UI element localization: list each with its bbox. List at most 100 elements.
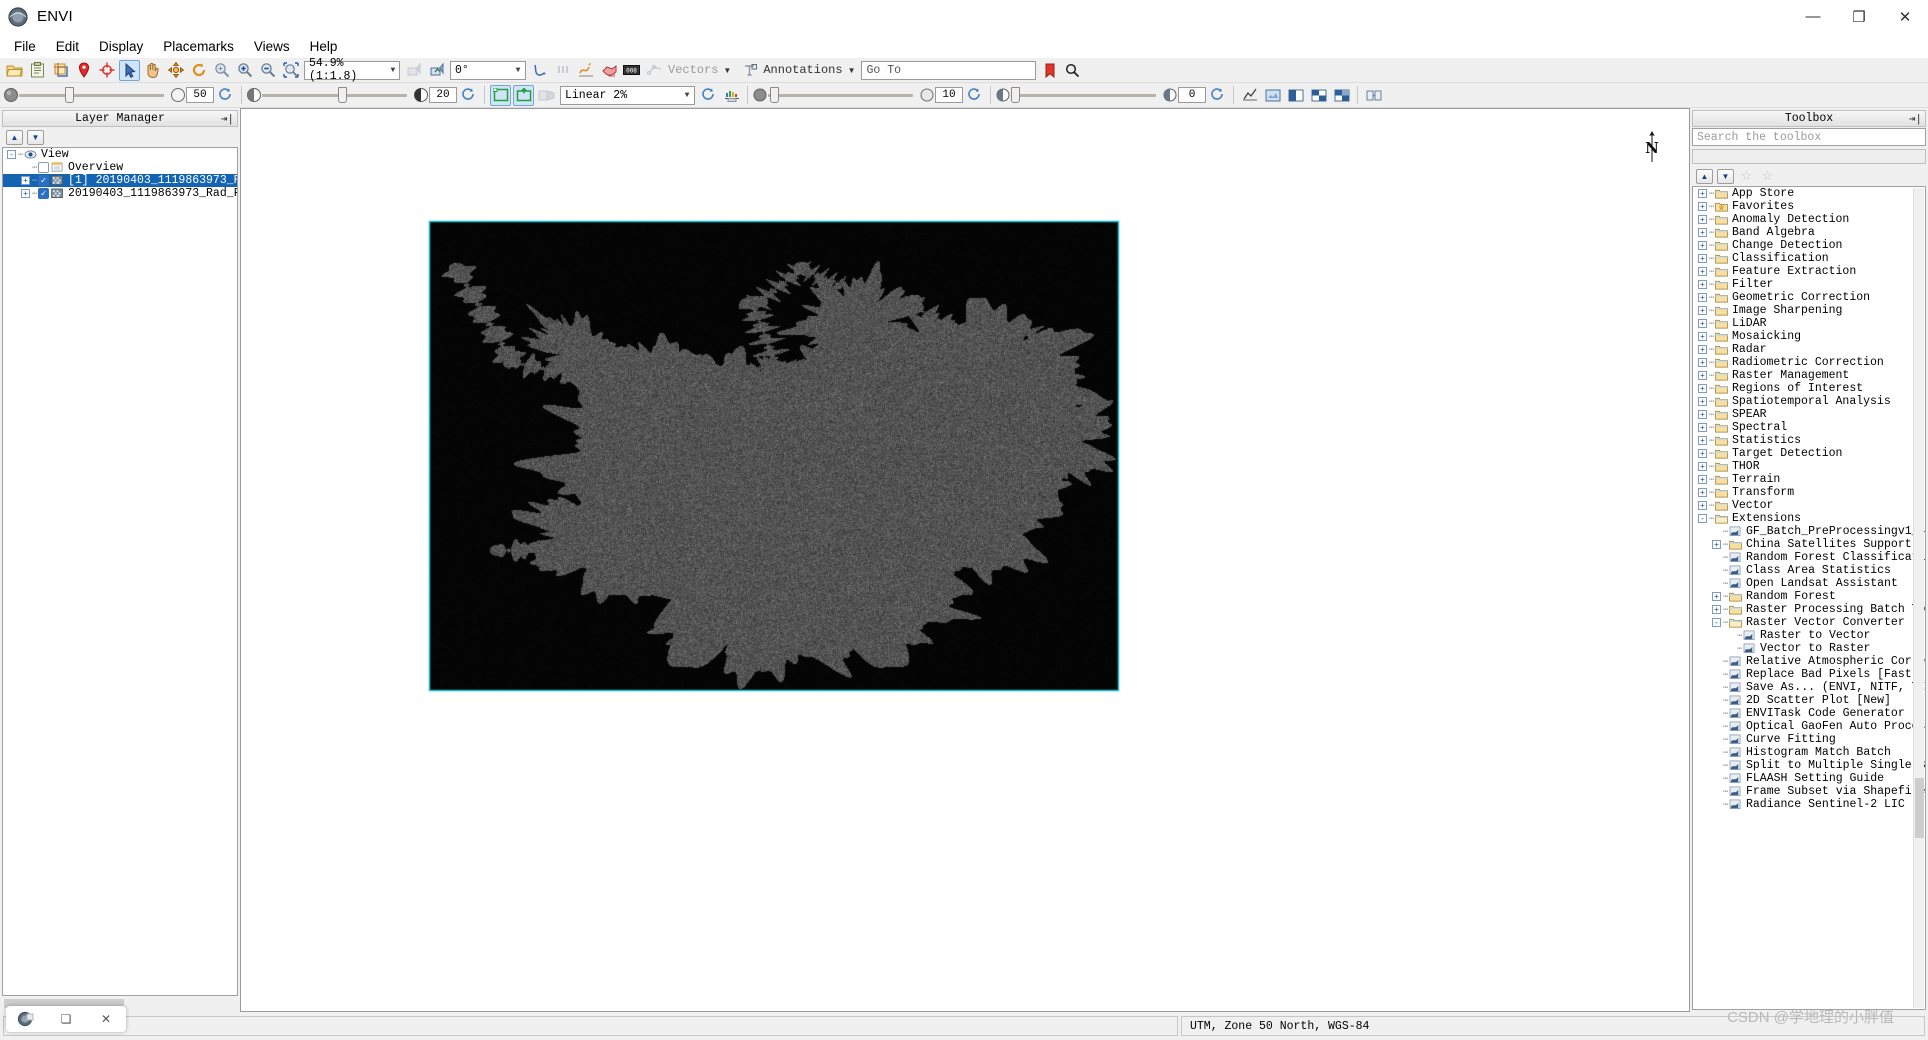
layer-tree[interactable]: - ⋯ View ⋯ Overview + ⋯ ✓ [1] 20190403_111986397… [2, 147, 238, 996]
annotations-icon[interactable] [739, 60, 760, 81]
toolbox-tree-row[interactable]: + ⋯ App Store [1693, 187, 1925, 200]
sharpen-value[interactable]: 10 [935, 87, 963, 103]
stretch-combo[interactable]: Linear 2% ▼ [560, 85, 695, 105]
expand-icon[interactable]: + [1698, 488, 1707, 497]
toolbox-tree-row[interactable]: + ⋯ Statistics [1693, 434, 1925, 447]
toolbox-tree-row[interactable]: - ⋯ Extensions [1693, 512, 1925, 525]
rotation-combo[interactable]: 0° ▼ [450, 60, 526, 80]
toolbox-tree-row[interactable]: ⋯ Radiance Sentinel-2 LIC [1693, 798, 1925, 811]
portal-overlay-icon[interactable] [513, 84, 534, 106]
portal-icon[interactable] [490, 84, 511, 106]
expand-icon[interactable]: + [1698, 371, 1707, 380]
expand-icon[interactable]: + [1698, 436, 1707, 445]
menu-views[interactable]: Views [244, 37, 300, 56]
raster-canvas[interactable] [241, 109, 1603, 954]
pin-panel-icon[interactable]: ⇥| [221, 112, 234, 126]
layer-tree-row[interactable]: - ⋯ View [3, 148, 237, 161]
toolbox-tree-row[interactable]: + ⋯ Feature Extraction [1693, 265, 1925, 278]
toolbox-tree-row[interactable]: + ⋯ Random Forest [1693, 590, 1925, 603]
toolbox-vscrollbar[interactable] [1913, 188, 1924, 1008]
collapse-icon[interactable]: - [7, 150, 16, 159]
toolbox-tree-row[interactable]: ⋯ Relative Atmospheric Correct [1693, 655, 1925, 668]
crop-subset-icon[interactable] [50, 60, 71, 81]
layer-tree-row[interactable]: ⋯ Overview [3, 161, 237, 174]
go-to-input[interactable]: Go To [861, 60, 1037, 80]
toolbox-tree-row[interactable]: + ⋯ Anomaly Detection [1693, 213, 1925, 226]
expand-icon[interactable]: + [1698, 306, 1707, 315]
vectors-menu-label[interactable]: Vectors [666, 63, 720, 77]
expand-icon[interactable]: + [1698, 189, 1707, 198]
toolbox-tree-row[interactable]: + ⋯ Mosaicking [1693, 330, 1925, 343]
restore-icon[interactable]: ❏ [46, 1006, 86, 1032]
expand-icon[interactable]: + [1698, 410, 1707, 419]
toolbox-tree[interactable]: + ⋯ App Store + ⋯ Favorites + ⋯ Anomaly Detectio… [1692, 186, 1926, 1010]
layer-visibility-checkbox[interactable]: ✓ [38, 175, 49, 186]
toolbox-tree-row[interactable]: + ⋯ Classification [1693, 252, 1925, 265]
transparency-value[interactable]: 50 [186, 87, 214, 103]
close-icon[interactable]: ✕ [86, 1006, 126, 1032]
toolbox-search-input[interactable]: Search the toolbox [1692, 128, 1926, 146]
toolbox-tree-row[interactable]: + ⋯ Raster Processing Batch Tool [1693, 603, 1925, 616]
zoom-in-icon[interactable] [234, 60, 255, 81]
close-button[interactable]: ✕ [1882, 0, 1928, 34]
annotations-menu-label[interactable]: Annotations [761, 63, 844, 77]
toolbox-tree-row[interactable]: + ⋯ Radar [1693, 343, 1925, 356]
expand-icon[interactable]: + [1698, 397, 1707, 406]
layer-visibility-checkbox[interactable]: ✓ [38, 188, 49, 199]
toolbox-tree-row[interactable]: + ⋯ Radiometric Correction [1693, 356, 1925, 369]
menu-edit[interactable]: Edit [46, 37, 89, 56]
vectors-chevron-down-icon[interactable]: ▼ [723, 66, 731, 75]
expand-icon[interactable]: + [1698, 241, 1707, 250]
expand-icon[interactable]: + [1698, 267, 1707, 276]
expand-icon[interactable]: + [21, 176, 30, 185]
toolbox-tree-row[interactable]: + ⋯ THOR [1693, 460, 1925, 473]
toolbox-tree-row[interactable]: + ⋯ LiDAR [1693, 317, 1925, 330]
toolbox-tree-row[interactable]: + ⋯ Geometric Correction [1693, 291, 1925, 304]
toolbox-tree-row[interactable]: + ⋯ Image Sharpening [1693, 304, 1925, 317]
toolbox-tree-row[interactable]: + ⋯ Regions of Interest [1693, 382, 1925, 395]
pin-panel-icon[interactable]: ⇥| [1909, 112, 1922, 126]
contrast-slider[interactable] [1011, 86, 1156, 103]
toolbox-tree-row[interactable]: ⋯ Optical GaoFen Auto Process [1693, 720, 1925, 733]
chart-icon[interactable] [1239, 85, 1260, 106]
collapse-icon[interactable]: - [1712, 618, 1721, 627]
fly-navigate-icon[interactable] [165, 60, 186, 81]
search-icon[interactable] [1062, 60, 1083, 81]
toolbox-tree-row[interactable]: ⋯ Split to Multiple Single-Ban [1693, 759, 1925, 772]
toolbox-tree-row[interactable]: ⋯ GF_Batch_PreProcessingv1_4 [1693, 525, 1925, 538]
zoom-to-selection-icon[interactable] [280, 60, 301, 81]
expand-icon[interactable]: + [1698, 423, 1707, 432]
maximize-button[interactable]: ❐ [1836, 0, 1882, 34]
expand-icon[interactable]: + [1698, 228, 1707, 237]
rotate-icon[interactable] [188, 60, 209, 81]
annotations-chevron-down-icon[interactable]: ▼ [848, 66, 856, 75]
toolbox-tree-row[interactable]: ⋯ ENVITask Code Generator [1693, 707, 1925, 720]
layer-tree-row[interactable]: + ⋯ ✓ [1] 20190403_1119863973_R [3, 174, 237, 187]
toolbox-tree-row[interactable]: + ⋯ Raster Management [1693, 369, 1925, 382]
menu-display[interactable]: Display [89, 37, 153, 56]
expand-icon[interactable]: + [1698, 319, 1707, 328]
expand-icon[interactable]: + [1698, 280, 1707, 289]
toolbox-tree-row[interactable]: ⋯ Curve Fitting [1693, 733, 1925, 746]
expand-icon[interactable]: + [1698, 215, 1707, 224]
toolbox-tree-row[interactable]: + ⋯ Favorites [1693, 200, 1925, 213]
zoom-level-combo[interactable]: 54.9% (1:1.8) ▼ [304, 57, 400, 83]
expand-icon[interactable]: + [1698, 254, 1707, 263]
toolbox-tree-row[interactable]: + ⋯ Vector [1693, 499, 1925, 512]
toolbox-tree-row[interactable]: ⋯ Save As... (ENVI, NITF, TIFF [1693, 681, 1925, 694]
toolbox-tree-row[interactable]: ⋯ Class Area Statistics [1693, 564, 1925, 577]
minimize-button[interactable]: — [1790, 0, 1836, 34]
bookmark-icon[interactable] [1039, 60, 1060, 81]
expand-icon[interactable]: + [1698, 449, 1707, 458]
envi-tray-icon[interactable] [6, 1006, 46, 1032]
expand-icon[interactable]: + [1698, 475, 1707, 484]
placemark-pin-icon[interactable] [73, 60, 94, 81]
brightness-value[interactable]: 20 [429, 87, 457, 103]
toolbox-tree-row[interactable]: ⋯ 2D Scatter Plot [New] [1693, 694, 1925, 707]
move-up-icon[interactable]: ▲ [1696, 168, 1713, 184]
contrast-reset-icon[interactable] [1207, 85, 1228, 106]
brightness-slider[interactable] [262, 86, 407, 103]
menu-file[interactable]: File [4, 37, 46, 56]
expand-icon[interactable]: + [1698, 293, 1707, 302]
menu-placemarks[interactable]: Placemarks [153, 37, 244, 56]
